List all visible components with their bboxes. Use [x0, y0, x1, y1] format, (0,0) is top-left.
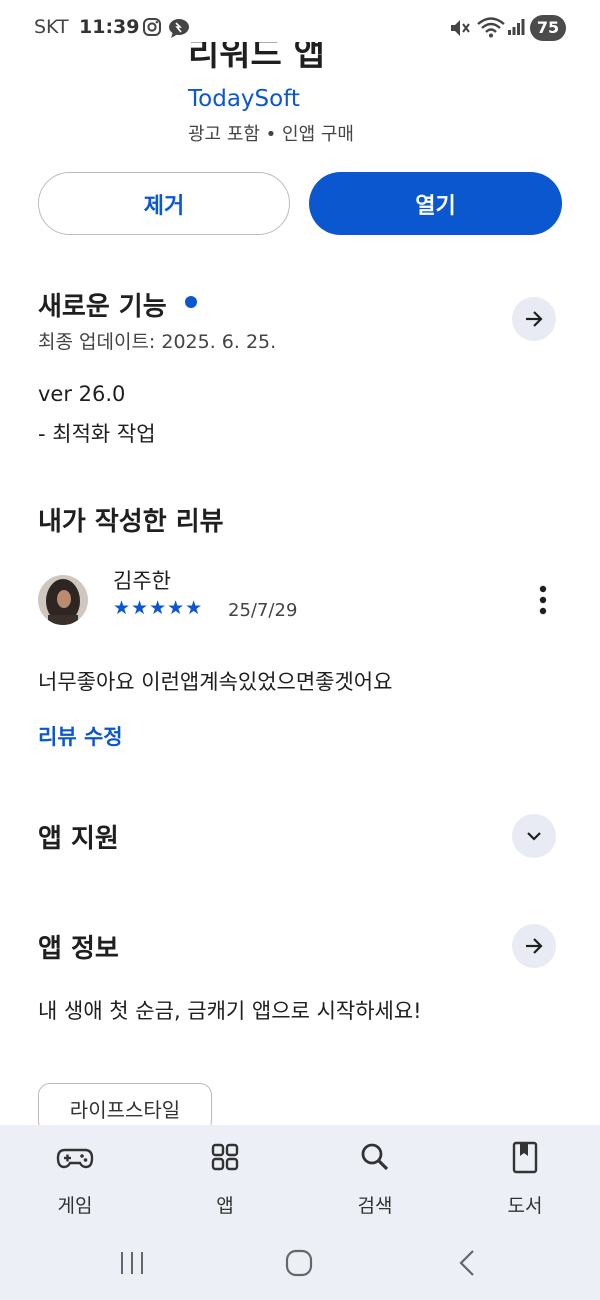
app-info-title: 앱 정보	[38, 934, 119, 964]
nav-label-books: 도서	[507, 1195, 543, 1217]
recent-apps-icon[interactable]	[118, 1250, 146, 1276]
carrier-label: SKT	[34, 16, 69, 38]
mute-icon	[451, 20, 470, 36]
edit-review-link[interactable]: 리뷰 수정	[38, 721, 123, 751]
nav-item-search[interactable]: 검색	[300, 1125, 450, 1225]
search-icon	[361, 1143, 389, 1171]
nav-label-games: 게임	[57, 1195, 93, 1217]
reviewer-name: 김주한	[113, 569, 171, 593]
system-navigation-bar	[0, 1225, 600, 1300]
app-info-arrow-button[interactable]	[512, 924, 556, 968]
changelog-text: - 최적화 작업	[38, 422, 156, 446]
open-button[interactable]: 열기	[309, 172, 562, 235]
whats-new-title: 새로운 기능	[38, 292, 167, 322]
instagram-icon	[143, 18, 161, 36]
nav-label-search: 검색	[357, 1195, 393, 1217]
app-support-title: 앱 지원	[38, 824, 119, 854]
my-review-title: 내가 작성한 리뷰	[38, 507, 224, 537]
avatar-image	[38, 575, 88, 625]
nav-item-apps[interactable]: 앱	[150, 1125, 300, 1225]
clock-time: 11:39	[79, 16, 140, 38]
bottom-navigation: 게임 앱 검색 도서	[0, 1125, 600, 1225]
signal-icon	[508, 19, 525, 35]
wifi-icon	[477, 17, 505, 38]
home-icon[interactable]	[285, 1249, 313, 1277]
apps-grid-icon	[211, 1143, 239, 1171]
app-description: 내 생애 첫 순금, 금캐기 앱으로 시작하세요!	[38, 999, 422, 1023]
whats-new-arrow-button[interactable]	[512, 297, 556, 341]
back-icon[interactable]	[456, 1249, 478, 1277]
nav-item-books[interactable]: 도서	[450, 1125, 600, 1225]
uninstall-button[interactable]: 제거	[38, 172, 290, 235]
chat-icon	[169, 19, 189, 38]
battery-level: 75	[530, 15, 566, 41]
book-icon	[512, 1141, 538, 1174]
star-rating: ★★★★★	[113, 597, 204, 619]
review-text: 너무좋아요 이런앱계속있었으면좋겟어요	[38, 670, 393, 694]
chevron-down-icon	[527, 832, 541, 841]
more-options-button[interactable]	[528, 582, 558, 618]
review-date: 25/7/29	[228, 600, 298, 621]
new-indicator-dot	[185, 296, 197, 308]
nav-label-apps: 앱	[216, 1195, 234, 1217]
version-text: ver 26.0	[38, 382, 126, 406]
gamepad-icon	[56, 1148, 94, 1169]
developer-link[interactable]: TodaySoft	[188, 86, 300, 112]
arrow-right-icon	[526, 311, 543, 327]
nav-item-games[interactable]: 게임	[0, 1125, 150, 1225]
more-vert-icon	[539, 585, 547, 615]
arrow-right-icon	[526, 938, 543, 954]
avatar	[38, 575, 88, 625]
last-updated-date: 최종 업데이트: 2025. 6. 25.	[38, 331, 277, 353]
app-meta: 광고 포함 • 인앱 구매	[188, 124, 354, 145]
app-support-expand-button[interactable]	[512, 814, 556, 858]
